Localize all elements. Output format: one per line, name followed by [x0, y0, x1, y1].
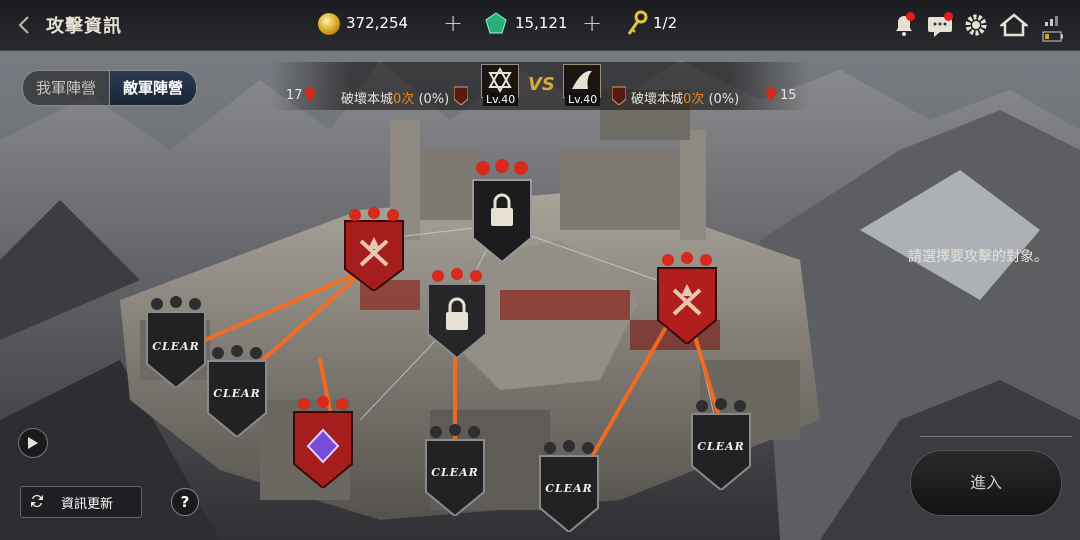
gear-icon[interactable] — [962, 12, 990, 38]
castle-node-left-clear-2[interactable]: CLEAR — [206, 345, 268, 437]
left-destroy-status: 破壞本城0次 (0%) — [341, 88, 449, 107]
chat-notification-dot — [944, 12, 953, 21]
green-gem-icon — [485, 12, 507, 34]
tab-enemy-camp[interactable]: 敵軍陣營 — [109, 71, 196, 105]
home-icon[interactable] — [1000, 12, 1028, 38]
select-target-hint: 請選擇要攻擊的對象。 — [908, 249, 1048, 265]
right-destroy-status: 破壞本城0次 (0%) — [631, 88, 739, 107]
left-destroy-pct: (0%) — [418, 92, 450, 107]
vs-label: VS — [528, 74, 555, 95]
clear-label: CLEAR — [213, 387, 261, 400]
bell-notification-dot — [906, 12, 915, 21]
left-gem-count: 17 — [286, 88, 303, 103]
divider — [920, 436, 1072, 437]
gold-coin-icon — [318, 13, 340, 35]
enter-button[interactable]: 進入 — [910, 450, 1062, 516]
add-gold-button[interactable]: + — [443, 9, 463, 37]
play-replay-button[interactable] — [18, 428, 48, 458]
castle-node-right-upper[interactable] — [656, 252, 718, 344]
clear-label: CLEAR — [697, 440, 745, 453]
left-destroy-text: 破壞本城 — [341, 92, 394, 107]
shield-badge-icon — [454, 86, 468, 105]
castle-node-center-locked[interactable] — [426, 268, 488, 358]
key-count: 1/2 — [653, 14, 678, 32]
camp-tabs: 我軍陣營 敵軍陣營 — [22, 70, 197, 106]
help-button[interactable]: ? — [171, 488, 199, 516]
right-destroy-text: 破壞本城 — [631, 92, 684, 107]
castle-node-purple-red[interactable] — [292, 396, 354, 488]
castle-node-bottom-clear-1[interactable]: CLEAR — [424, 424, 486, 516]
castle-node-left-upper[interactable] — [343, 207, 405, 291]
refresh-label: 資訊更新 — [61, 497, 114, 512]
top-bar: 攻擊資訊 372,254 + 15,121 + 1/2 — [0, 0, 1080, 51]
key-icon — [627, 10, 648, 35]
clear-label: CLEAR — [431, 466, 479, 479]
red-gem-icon — [765, 86, 777, 102]
signal-icon — [1045, 16, 1058, 26]
page-title: 攻擊資訊 — [46, 16, 122, 37]
enemy-guild-level: Lv.40 — [565, 93, 601, 106]
castle-node-bottom-clear-2[interactable]: CLEAR — [538, 440, 600, 532]
gold-amount: 372,254 — [346, 14, 409, 32]
play-icon — [28, 437, 38, 449]
own-guild-level: Lv.40 — [483, 93, 519, 106]
refresh-info-button[interactable]: 資訊更新 — [20, 486, 142, 518]
shield-badge-icon — [612, 86, 626, 105]
castle-node-left-clear-1[interactable]: CLEAR — [145, 296, 207, 388]
clear-label: CLEAR — [545, 482, 593, 495]
add-gem-button[interactable]: + — [582, 9, 602, 37]
right-destroy-count: 0次 — [683, 92, 705, 107]
tab-own-camp[interactable]: 我軍陣營 — [23, 71, 109, 105]
refresh-icon — [31, 494, 43, 508]
clear-label: CLEAR — [152, 340, 200, 353]
back-arrow-icon[interactable] — [12, 12, 36, 38]
red-gem-icon — [304, 86, 316, 102]
castle-node-right-clear[interactable]: CLEAR — [690, 398, 752, 490]
castle-node-top-locked[interactable] — [469, 158, 535, 264]
left-destroy-count: 0次 — [393, 92, 415, 107]
right-gem-count: 15 — [780, 88, 797, 103]
battery-icon — [1042, 31, 1063, 42]
right-destroy-pct: (0%) — [708, 92, 740, 107]
gem-amount: 15,121 — [515, 14, 568, 32]
